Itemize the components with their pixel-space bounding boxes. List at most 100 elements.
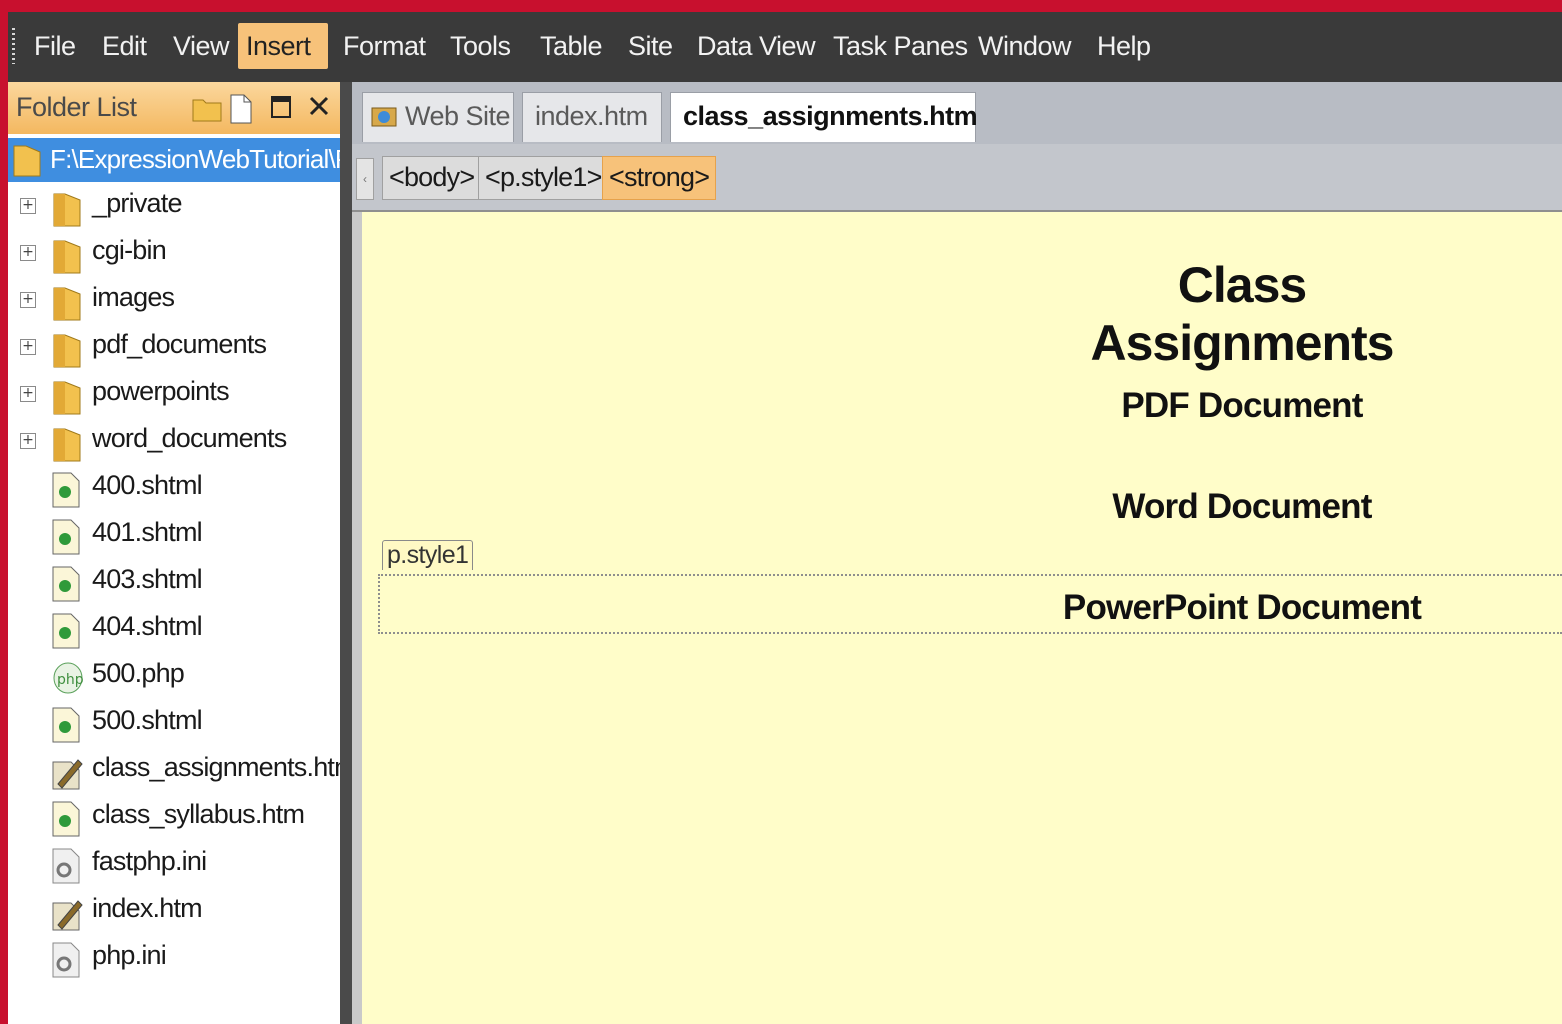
edited-file-icon bbox=[52, 895, 84, 936]
folder-list-panel: Folder List F:\ExpressionWebTutorial\Pow… bbox=[8, 82, 357, 1024]
tab-index-htm[interactable]: index.htm bbox=[522, 92, 662, 142]
file-label: php.ini bbox=[92, 940, 167, 970]
file-label: index.htm bbox=[92, 893, 203, 923]
expand-icon[interactable]: + bbox=[20, 245, 36, 261]
ini-file-icon bbox=[52, 942, 80, 983]
ini-file-icon bbox=[52, 848, 80, 889]
file-item[interactable]: 404.shtml bbox=[8, 607, 340, 653]
scroll-left-arrow[interactable]: ‹ bbox=[356, 158, 374, 200]
html-file-icon bbox=[52, 801, 80, 842]
file-item[interactable]: class_syllabus.htm bbox=[8, 795, 340, 841]
expand-icon[interactable]: + bbox=[20, 198, 36, 214]
folder-list-header: Folder List bbox=[8, 82, 340, 134]
page-title: Class Assignments bbox=[1090, 257, 1395, 371]
tab-web-site[interactable]: Web Site bbox=[362, 92, 514, 142]
style-tag-label: p.style1 bbox=[382, 540, 474, 570]
menu-file[interactable]: File bbox=[26, 23, 84, 69]
file-label: class_syllabus.htm bbox=[92, 799, 305, 829]
menu-window[interactable]: Window bbox=[970, 23, 1079, 69]
document-tabs: Web Site index.htm class_assignments.htm bbox=[352, 82, 1562, 144]
php-file-icon: php bbox=[52, 660, 84, 701]
folder-label: powerpoints bbox=[92, 376, 230, 406]
folder-item[interactable]: + powerpoints bbox=[8, 372, 340, 418]
file-label: 403.shtml bbox=[92, 564, 203, 594]
folder-icon bbox=[52, 282, 82, 327]
expand-icon[interactable]: + bbox=[20, 339, 36, 355]
maximize-icon[interactable] bbox=[270, 94, 292, 125]
svg-text:php: php bbox=[57, 672, 84, 688]
expand-icon[interactable]: + bbox=[20, 433, 36, 449]
folder-item[interactable]: + cgi-bin bbox=[8, 231, 340, 277]
crumb-strong[interactable]: <strong> bbox=[602, 156, 717, 200]
menu-help[interactable]: Help bbox=[1089, 23, 1159, 69]
menu-bar: File Edit View Insert Format Tools Table… bbox=[8, 12, 1562, 82]
folder-item[interactable]: + _private bbox=[8, 184, 340, 230]
file-item[interactable]: php.ini bbox=[8, 936, 340, 982]
folder-icon bbox=[52, 376, 82, 421]
file-label: class_assignments.htm bbox=[92, 752, 357, 782]
file-item[interactable]: 500.shtml bbox=[8, 701, 340, 747]
folder-item[interactable]: + word_documents bbox=[8, 419, 340, 465]
folder-icon bbox=[52, 188, 82, 233]
editor-area: Web Site index.htm class_assignments.htm… bbox=[352, 82, 1562, 1024]
folder-label: word_documents bbox=[92, 423, 287, 453]
file-label: fastphp.ini bbox=[92, 846, 207, 876]
folder-icon bbox=[52, 423, 82, 468]
menu-table[interactable]: Table bbox=[532, 23, 610, 69]
file-label: 401.shtml bbox=[92, 517, 203, 547]
file-item[interactable]: 401.shtml bbox=[8, 513, 340, 559]
html-file-icon bbox=[52, 613, 80, 654]
file-item[interactable]: index.htm bbox=[8, 889, 340, 935]
root-folder-icon bbox=[12, 142, 42, 183]
folder-icon bbox=[52, 235, 82, 280]
expand-icon[interactable]: + bbox=[20, 292, 36, 308]
folder-label: cgi-bin bbox=[92, 235, 167, 265]
app-window: File Edit View Insert Format Tools Table… bbox=[8, 12, 1562, 1024]
powerpoint-document-link[interactable]: PowerPoint Document bbox=[1022, 588, 1462, 628]
file-label: 400.shtml bbox=[92, 470, 203, 500]
new-page-icon[interactable] bbox=[230, 94, 252, 129]
folder-item[interactable]: + pdf_documents bbox=[8, 325, 340, 371]
html-file-icon bbox=[52, 519, 80, 560]
folder-item[interactable]: + images bbox=[8, 278, 340, 324]
menu-task-panes[interactable]: Task Panes bbox=[825, 23, 976, 69]
crumb-body[interactable]: <body> bbox=[382, 156, 482, 200]
menu-insert[interactable]: Insert bbox=[238, 23, 328, 69]
pdf-document-link[interactable]: PDF Document bbox=[1022, 386, 1462, 426]
edited-file-icon bbox=[52, 754, 84, 795]
menu-edit[interactable]: Edit bbox=[94, 23, 155, 69]
root-folder-item[interactable]: F:\ExpressionWebTutorial\PowerPoints bbox=[8, 138, 340, 182]
file-label: 500.php bbox=[92, 658, 185, 688]
panel-splitter[interactable] bbox=[340, 82, 352, 1024]
file-label: 404.shtml bbox=[92, 611, 203, 641]
menu-data-view[interactable]: Data View bbox=[689, 23, 823, 69]
html-file-icon bbox=[52, 707, 80, 748]
folder-icon bbox=[52, 329, 82, 374]
folder-label: images bbox=[92, 282, 175, 312]
design-canvas[interactable]: Class Assignments PDF Document Word Docu… bbox=[362, 212, 1562, 1024]
word-document-link[interactable]: Word Document bbox=[1022, 487, 1462, 527]
tab-label: Web Site bbox=[405, 101, 511, 131]
html-file-icon bbox=[52, 472, 80, 513]
close-icon[interactable] bbox=[308, 92, 330, 125]
web-site-icon bbox=[371, 105, 397, 136]
file-item[interactable]: 403.shtml bbox=[8, 560, 340, 606]
folder-list-title: Folder List bbox=[16, 92, 137, 122]
new-folder-icon[interactable] bbox=[192, 94, 222, 127]
toolbar-grip[interactable] bbox=[12, 28, 15, 64]
crumb-p-style1[interactable]: <p.style1> bbox=[478, 156, 609, 200]
quick-tag-selector: ‹ <body> <p.style1> <strong> bbox=[352, 144, 1562, 212]
file-label: 500.shtml bbox=[92, 705, 203, 735]
file-item[interactable]: 400.shtml bbox=[8, 466, 340, 512]
menu-tools[interactable]: Tools bbox=[442, 23, 519, 69]
html-file-icon bbox=[52, 566, 80, 607]
file-item[interactable]: php 500.php bbox=[8, 654, 340, 700]
menu-format[interactable]: Format bbox=[335, 23, 434, 69]
expand-icon[interactable]: + bbox=[20, 386, 36, 402]
tab-class-assignments[interactable]: class_assignments.htm bbox=[670, 92, 978, 142]
menu-site[interactable]: Site bbox=[620, 23, 681, 69]
file-item[interactable]: fastphp.ini bbox=[8, 842, 340, 888]
file-item[interactable]: class_assignments.htm bbox=[8, 748, 357, 795]
menu-view[interactable]: View bbox=[165, 23, 237, 69]
folder-label: _private bbox=[92, 188, 182, 218]
